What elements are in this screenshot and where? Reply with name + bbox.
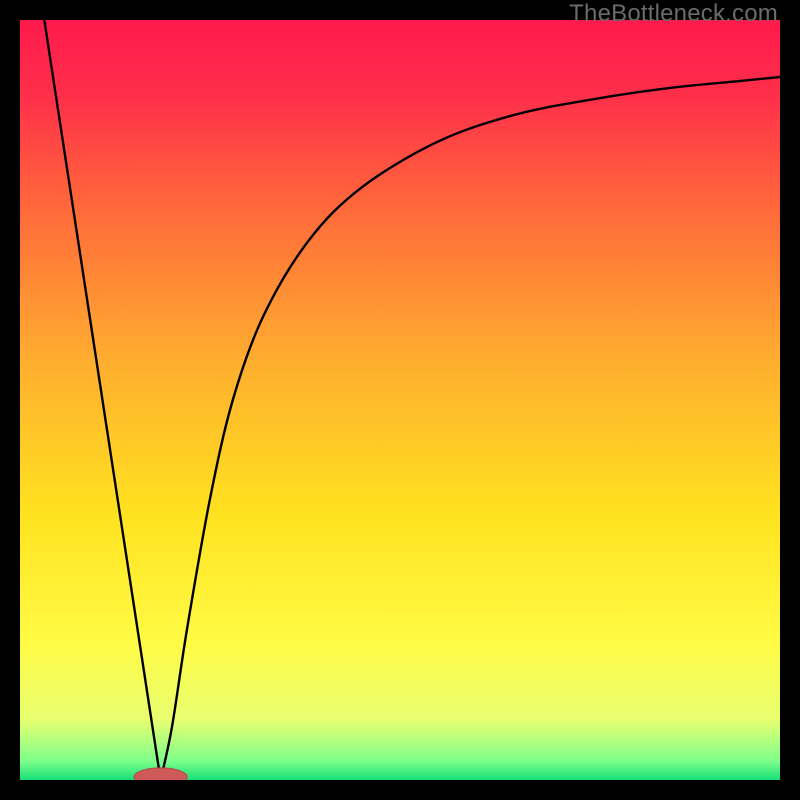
bottleneck-chart	[20, 20, 780, 780]
gradient-background	[20, 20, 780, 780]
watermark-text: TheBottleneck.com	[569, 0, 778, 28]
chart-frame	[20, 20, 780, 780]
